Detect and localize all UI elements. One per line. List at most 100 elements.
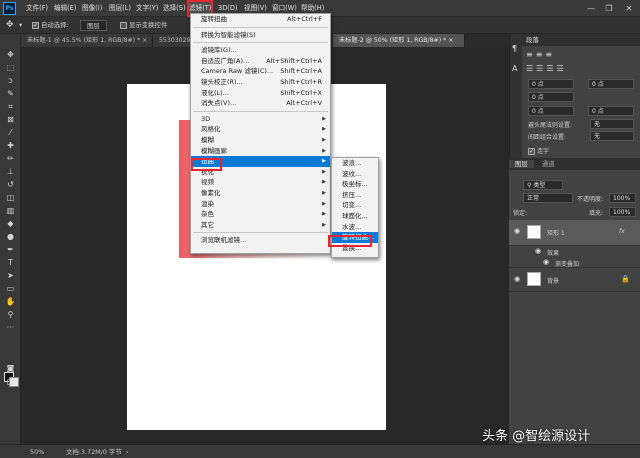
spacing-combo-select[interactable]: 无 [590, 131, 634, 141]
filter-menu-item-0[interactable]: 旋转扭曲 Alt+Ctrl+F [191, 14, 330, 25]
menu-image[interactable]: 图像(I) [82, 0, 102, 17]
move-tool-icon[interactable]: ✥ [6, 17, 14, 34]
character-panel-icon[interactable]: A [512, 64, 517, 73]
filter-menu-item-12[interactable]: 风格化 ▶ [191, 124, 330, 135]
hand-tool-icon[interactable]: ✋ [3, 297, 18, 307]
menu-type[interactable]: 文字(Y) [136, 0, 158, 17]
layer-background[interactable]: ◉ 背景 🔒 [509, 268, 640, 292]
filter-menu-item-2[interactable]: 转换为智能滤镜(S) [191, 30, 330, 41]
justify-icon[interactable]: ☰ [546, 64, 556, 73]
auto-select-dropdown[interactable]: 图层 [80, 17, 107, 34]
eyedropper-tool-icon[interactable]: ⁄ [3, 128, 18, 138]
blur-tool-icon[interactable]: ◆ [3, 219, 18, 229]
filter-menu-item-21[interactable]: 其它 ▶ [191, 220, 330, 231]
eraser-tool-icon[interactable]: ◫ [3, 193, 18, 203]
indent-left-field[interactable]: 0 点 [528, 79, 574, 89]
minimize-icon[interactable]: — [584, 0, 598, 17]
maximize-icon[interactable]: ❐ [602, 0, 616, 17]
screen-mode-icon[interactable]: ▢ [3, 377, 18, 387]
eye-icon[interactable]: ◉ [535, 247, 541, 255]
align-left-icon[interactable]: ≡ [526, 50, 536, 59]
filter-menu-item-14[interactable]: 模糊画廊 ▶ [191, 146, 330, 157]
space-before-field[interactable]: 0 点 [528, 106, 574, 116]
filter-menu-item-20[interactable]: 杂色 ▶ [191, 209, 330, 220]
tab-layers[interactable]: 图层 [509, 160, 534, 168]
justify-buttons[interactable]: ☰☰☰☰ [526, 64, 567, 73]
distort-menu-item-5[interactable]: 球面化... [332, 211, 378, 222]
filter-menu-item-7[interactable]: 镜头校正(R)... Shift+Ctrl+R [191, 77, 330, 88]
opacity-field[interactable]: 100% [609, 193, 636, 203]
layer-effects-row[interactable]: ◉ 效果 [509, 246, 640, 257]
layer-gradient-overlay-row[interactable]: ◉ 渐变叠加 [509, 257, 640, 268]
move-tool-icon[interactable]: ✥ [3, 50, 18, 60]
filter-menu-item-17[interactable]: 视频 ▶ [191, 177, 330, 188]
filter-menu-item-19[interactable]: 渲染 ▶ [191, 199, 330, 210]
hyphen-rule-select[interactable]: 无 [590, 119, 634, 129]
marquee-tool-icon[interactable]: ⬚ [3, 63, 18, 73]
frame-tool-icon[interactable]: ⊠ [3, 115, 18, 125]
distort-menu-item-2[interactable]: 极坐标... [332, 179, 378, 190]
tab-document-1[interactable]: 未标题-1 @ 45.5% (矩形 1, RGB/8#) * × [21, 34, 153, 47]
pen-tool-icon[interactable]: ✒ [3, 245, 18, 255]
tab-close-icon[interactable]: × [142, 37, 147, 44]
space-after-field[interactable]: 0 点 [588, 106, 634, 116]
fx-icon[interactable]: fx [619, 228, 625, 235]
distort-menu-item-1[interactable]: 波纹... [332, 169, 378, 180]
eye-icon[interactable]: ◉ [514, 227, 520, 235]
distort-menu-item-3[interactable]: 挤压... [332, 190, 378, 201]
quick-select-tool-icon[interactable]: ✎ [3, 89, 18, 99]
type-tool-icon[interactable]: T [3, 258, 18, 268]
path-select-tool-icon[interactable]: ➤ [3, 271, 18, 281]
fill-field[interactable]: 100% [609, 207, 636, 217]
tab-close-icon[interactable]: × [448, 37, 453, 44]
menu-file[interactable]: 文件(F) [26, 0, 48, 17]
history-brush-tool-icon[interactable]: ↺ [3, 180, 18, 190]
layer-name[interactable]: 背景 [547, 276, 559, 285]
rectangle-tool-icon[interactable]: ▭ [3, 284, 18, 294]
layer-name[interactable]: 矩形 1 [547, 228, 565, 237]
align-right-icon[interactable]: ≡ [545, 50, 555, 59]
close-icon[interactable]: ✕ [622, 0, 636, 17]
filter-menu-item-8[interactable]: 液化(L)... Shift+Ctrl+X [191, 88, 330, 99]
more-tools-icon[interactable]: ··· [3, 323, 18, 333]
gradient-tool-icon[interactable]: ▥ [3, 206, 18, 216]
distort-menu-item-0[interactable]: 波浪... [332, 158, 378, 169]
layer-rectangle-1[interactable]: ◉ 矩形 1 fx [509, 220, 640, 246]
blend-mode-select[interactable]: 正常 [523, 193, 573, 203]
eye-icon[interactable]: ◉ [543, 258, 549, 266]
menu-layer[interactable]: 图层(L) [109, 0, 131, 17]
filter-menu-item-9[interactable]: 消失点(V)... Alt+Ctrl+V [191, 98, 330, 109]
justify-icon[interactable]: ☰ [536, 64, 546, 73]
lasso-tool-icon[interactable]: ↄ [3, 76, 18, 86]
filter-menu-item-5[interactable]: 自适应广角(A)... Alt+Shift+Ctrl+A [191, 56, 330, 67]
indent-right-field[interactable]: 0 点 [588, 79, 634, 89]
tab-channels[interactable]: 通道 [536, 160, 561, 168]
brush-tool-icon[interactable]: ✏ [3, 154, 18, 164]
filter-menu-item-11[interactable]: 3D ▶ [191, 114, 330, 125]
zoom-tool-icon[interactable]: ⚲ [3, 310, 18, 320]
align-center-icon[interactable]: ≡ [536, 50, 546, 59]
clone-stamp-tool-icon[interactable]: ⊥ [3, 167, 18, 177]
show-transform-checkbox[interactable]: 显示变换控件 [120, 17, 167, 34]
tab-document-3[interactable]: 未标题-2 @ 50% (矩形 1, RGB/8#) * × [333, 34, 465, 47]
menu-select[interactable]: 选择(S) [163, 0, 186, 17]
auto-select-checkbox[interactable]: ✓ 自动选择: [32, 17, 69, 34]
crop-tool-icon[interactable]: ⌗ [3, 102, 18, 112]
hyphenate-checkbox[interactable]: ✓ 连字 [528, 146, 549, 155]
eye-icon[interactable]: ◉ [514, 275, 520, 283]
filter-menu-item-13[interactable]: 模糊 ▶ [191, 135, 330, 146]
zoom-level[interactable]: 50% [30, 445, 44, 458]
filter-menu-item-6[interactable]: Camera Raw 滤镜(C)... Shift+Ctrl+A [191, 66, 330, 77]
menu-edit[interactable]: 编辑(E) [54, 0, 77, 17]
filter-menu-item-23[interactable]: 浏览联机滤镜... [191, 235, 330, 246]
justify-all-icon[interactable]: ☰ [557, 64, 567, 73]
indent-first-line-field[interactable]: 0 点 [528, 92, 574, 102]
paragraph-panel-icon[interactable]: ¶ [512, 44, 517, 53]
filter-menu-item-4[interactable]: 滤镜库(G)... [191, 45, 330, 56]
dodge-tool-icon[interactable]: ● [3, 232, 18, 242]
dropdown-arrow-icon[interactable]: ▾ [19, 17, 22, 34]
distort-menu-item-6[interactable]: 水波... [332, 222, 378, 233]
distort-menu-item-4[interactable]: 切变... [332, 200, 378, 211]
layer-filter-select[interactable]: ⚲ 类型 [523, 180, 563, 190]
filter-menu-item-18[interactable]: 像素化 ▶ [191, 188, 330, 199]
